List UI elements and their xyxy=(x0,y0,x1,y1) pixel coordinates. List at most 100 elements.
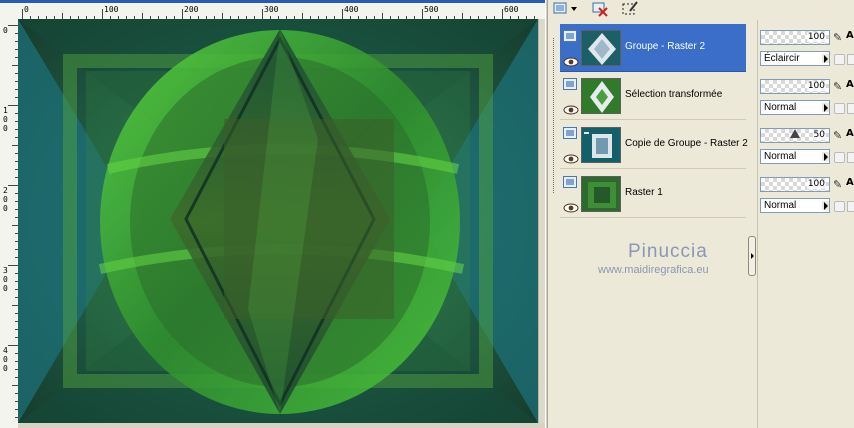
ruler-tick xyxy=(422,9,423,19)
ruler-tick xyxy=(8,345,18,346)
ruler-label: 0 xyxy=(3,26,8,35)
layer-row-raster-1[interactable]: Raster 1 xyxy=(560,170,746,218)
ruler-label: 0 xyxy=(3,115,8,124)
watermark-name: Pinuccia xyxy=(628,241,708,262)
ruler-tick xyxy=(502,9,503,19)
layer-row-groupe-raster-2[interactable]: Groupe - Raster 2 xyxy=(560,24,746,72)
layer-row-copie-groupe-raster-2[interactable]: Copie de Groupe - Raster 2 xyxy=(560,121,748,169)
ruler-label: 0 xyxy=(24,5,29,14)
blend-mode-select[interactable]: Éclaircir xyxy=(760,51,830,66)
more-icon: A xyxy=(846,128,854,139)
ruler-label: 2 xyxy=(3,186,8,195)
horizontal-scrollbar[interactable] xyxy=(18,423,545,428)
lock-icon[interactable] xyxy=(834,103,845,114)
opacity-slider[interactable]: 100 xyxy=(760,79,830,94)
ruler-label: 400 xyxy=(344,5,359,14)
pen-icon[interactable]: ✎ xyxy=(833,31,842,44)
blend-mode-select[interactable]: Normal xyxy=(760,198,830,213)
ruler-label: 0 xyxy=(3,364,8,373)
lock-icon[interactable] xyxy=(834,54,845,65)
layer-name: Groupe - Raster 2 xyxy=(625,41,706,52)
vertical-ruler: 0100200300400 xyxy=(0,19,19,428)
layer-thumbnail xyxy=(581,78,621,114)
blend-dropdown-icon[interactable] xyxy=(822,103,829,112)
palette-splitter-handle[interactable] xyxy=(748,236,756,276)
ruler-label: 0 xyxy=(3,284,8,293)
lock-transparency-icon[interactable] xyxy=(847,201,854,212)
ruler-label: 600 xyxy=(504,5,519,14)
ruler-label: 500 xyxy=(424,5,439,14)
ruler-tick xyxy=(342,9,343,19)
ruler-label: 3 xyxy=(3,266,8,275)
watermark-url: www.maidiregrafica.eu xyxy=(598,264,709,276)
ruler-label: 0 xyxy=(3,204,8,213)
opacity-value: 100 xyxy=(806,32,826,42)
image-canvas[interactable] xyxy=(18,19,538,423)
ruler-label: 0 xyxy=(3,275,8,284)
layer-thumbnail xyxy=(581,176,621,212)
delete-layer-icon[interactable] xyxy=(590,0,610,18)
blend-dropdown-icon[interactable] xyxy=(822,152,829,161)
visibility-eye-icon[interactable] xyxy=(563,100,579,115)
opacity-slider[interactable]: 100 xyxy=(760,30,830,45)
lock-transparency-icon[interactable] xyxy=(847,54,854,65)
title-bar-strip xyxy=(0,0,545,3)
ruler-label: 0 xyxy=(3,124,8,133)
more-icon: A xyxy=(846,30,854,41)
artwork xyxy=(18,19,538,423)
more-icon: A xyxy=(846,177,854,188)
blend-dropdown-icon[interactable] xyxy=(822,201,829,210)
ruler-label: 1 xyxy=(3,106,8,115)
lock-transparency-icon[interactable] xyxy=(847,103,854,114)
ruler-label: 200 xyxy=(184,5,199,14)
layers-toolbar xyxy=(548,0,854,20)
blend-mode-select[interactable]: Normal xyxy=(760,100,830,115)
new-layer-icon[interactable] xyxy=(550,0,570,18)
ruler-tick xyxy=(8,265,18,266)
visibility-eye-icon[interactable] xyxy=(563,198,579,213)
visibility-eye-icon[interactable] xyxy=(563,52,579,67)
ruler-tick xyxy=(262,9,263,19)
opacity-slider[interactable]: 100 xyxy=(760,177,830,192)
ruler-label: 4 xyxy=(3,346,8,355)
ruler-label: 100 xyxy=(104,5,119,14)
more-icon: A xyxy=(846,79,854,90)
layer-props-1: 100 ✎ A Normal xyxy=(760,71,854,115)
layer-props-3: 100 ✎ A Normal xyxy=(760,169,854,213)
layer-name: Sélection transformée xyxy=(625,89,723,100)
pen-icon[interactable]: ✎ xyxy=(833,80,842,93)
lock-transparency-icon[interactable] xyxy=(847,152,854,163)
ruler-tick xyxy=(102,9,103,19)
layer-props-0: 100 ✎ A Éclaircir xyxy=(760,22,854,66)
opacity-value: 100 xyxy=(806,179,826,189)
layer-props-2: 50 ✎ A Normal xyxy=(760,120,854,164)
visibility-eye-icon[interactable] xyxy=(563,149,579,164)
ruler-label: 0 xyxy=(3,355,8,364)
layer-type-icon xyxy=(563,30,577,42)
ruler-label: 300 xyxy=(264,5,279,14)
layer-type-icon xyxy=(563,127,577,139)
ruler-tick xyxy=(8,25,18,26)
layer-row-selection-transformee[interactable]: Sélection transformée xyxy=(560,72,746,120)
pen-icon[interactable]: ✎ xyxy=(833,129,842,142)
pen-icon[interactable]: ✎ xyxy=(833,178,842,191)
lock-icon[interactable] xyxy=(834,152,845,163)
layer-name: Raster 1 xyxy=(625,187,663,198)
layer-name: Copie de Groupe - Raster 2 xyxy=(625,138,748,149)
layer-type-icon xyxy=(563,78,577,90)
blend-mode-select[interactable]: Normal xyxy=(760,149,830,164)
opacity-slider-thumb-icon[interactable] xyxy=(790,129,800,138)
ruler-tick xyxy=(8,185,18,186)
blend-dropdown-icon[interactable] xyxy=(822,54,829,63)
layer-thumbnail xyxy=(581,30,621,66)
ruler-tick xyxy=(8,105,18,106)
layer-type-icon xyxy=(563,176,577,188)
edit-selection-icon[interactable] xyxy=(620,0,640,18)
group-tree-line xyxy=(553,38,555,193)
ruler-label: 0 xyxy=(3,195,8,204)
ruler-tick xyxy=(22,9,23,19)
dropdown-arrow-icon[interactable] xyxy=(569,0,579,18)
horizontal-ruler: 0 100 200 300 400 500 600 xyxy=(0,0,545,20)
lock-icon[interactable] xyxy=(834,201,845,212)
opacity-value: 100 xyxy=(806,81,826,91)
